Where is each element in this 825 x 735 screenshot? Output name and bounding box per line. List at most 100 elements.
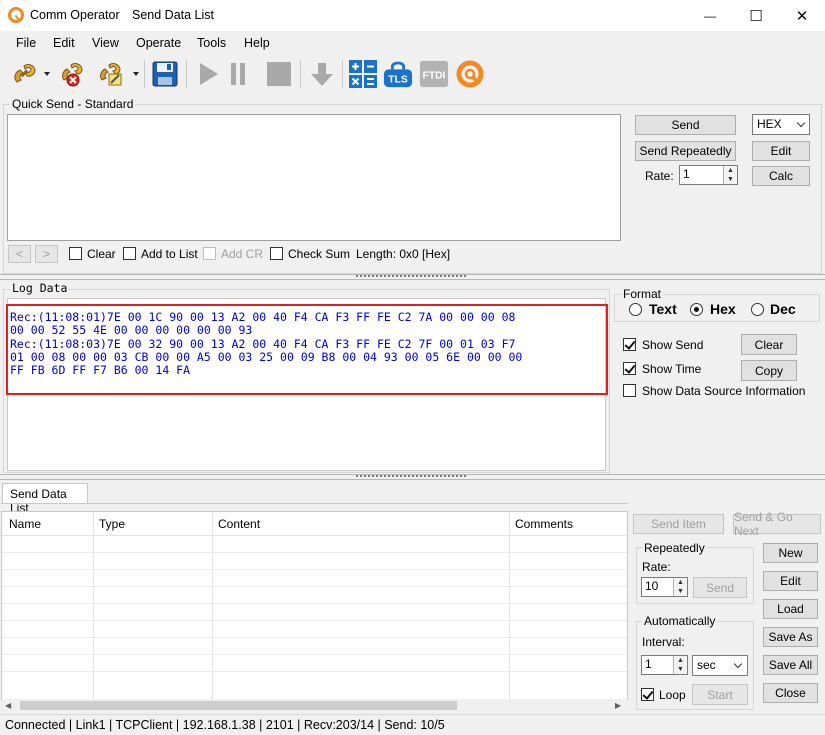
calc-button[interactable]: Calc bbox=[752, 166, 810, 186]
chevron-down-icon bbox=[733, 659, 743, 669]
rate-label: Rate: bbox=[645, 169, 674, 183]
list-send-button[interactable]: Send bbox=[693, 577, 747, 598]
log-lines: Rec:(11:08:01)7E 00 1C 90 00 13 A2 00 40… bbox=[10, 310, 523, 378]
down-arrow-icon: ▼ bbox=[727, 176, 734, 183]
comm-operator-button[interactable] bbox=[455, 59, 485, 89]
log-line: Rec:(11:08:01)7E 00 1C 90 00 13 A2 00 40… bbox=[10, 310, 516, 324]
minimize-icon: — bbox=[704, 8, 716, 23]
next-button[interactable]: > bbox=[35, 245, 58, 263]
interval-spinner[interactable]: ▲ ▼ bbox=[673, 656, 687, 674]
list-rate-input[interactable]: 10 ▲ ▼ bbox=[641, 577, 688, 597]
save-all-button[interactable]: Save All bbox=[763, 655, 818, 675]
pause-button[interactable] bbox=[223, 59, 253, 89]
show-send-checkbox[interactable] bbox=[623, 338, 636, 351]
start-button-list[interactable]: Start bbox=[692, 684, 748, 705]
show-time-checkbox[interactable] bbox=[623, 362, 636, 375]
add-to-list-checkbox[interactable] bbox=[123, 247, 136, 260]
splitter-grip-top[interactable] bbox=[356, 275, 466, 279]
calculator-button[interactable] bbox=[348, 59, 378, 89]
log-copy-button[interactable]: Copy bbox=[741, 360, 797, 381]
check-sum-checkbox[interactable] bbox=[270, 247, 283, 260]
show-data-source-label: Show Data Source Information bbox=[642, 384, 806, 398]
edit-connection-dropdown-arrow[interactable] bbox=[133, 72, 139, 76]
table-row bbox=[2, 637, 627, 638]
interval-input[interactable]: 1 ▲ ▼ bbox=[641, 655, 688, 675]
quick-send-title: Quick Send - Standard bbox=[10, 97, 136, 111]
connect-dropdown-arrow[interactable] bbox=[44, 72, 50, 76]
menu-help[interactable]: Help bbox=[244, 36, 270, 50]
chevron-down-icon bbox=[796, 118, 806, 128]
send-repeatedly-button[interactable]: Send Repeatedly bbox=[635, 141, 736, 161]
format-select-value: HEX bbox=[757, 117, 782, 131]
load-button[interactable]: Load bbox=[763, 599, 818, 619]
status-bar: Connected | Link1 | TCPClient | 192.168.… bbox=[0, 714, 825, 735]
window-subtitle: Send Data List bbox=[132, 8, 214, 22]
close-list-button[interactable]: Close bbox=[763, 683, 818, 703]
edit-connection-button[interactable] bbox=[96, 59, 126, 89]
ftdi-button[interactable]: FTDI bbox=[419, 59, 449, 89]
maximize-button[interactable]: ☐ bbox=[733, 0, 779, 31]
format-text-radio[interactable] bbox=[629, 303, 642, 316]
log-clear-button[interactable]: Clear bbox=[741, 334, 797, 355]
ftdi-label: FTDI bbox=[423, 71, 446, 82]
column-header-name[interactable]: Name bbox=[9, 517, 41, 531]
check-sum-label: Check Sum bbox=[288, 247, 351, 261]
menu-operate[interactable]: Operate bbox=[136, 36, 181, 50]
start-button[interactable] bbox=[193, 59, 223, 89]
table-row bbox=[2, 569, 627, 570]
scrollbar-thumb[interactable] bbox=[20, 701, 457, 710]
connect-button[interactable] bbox=[10, 59, 40, 89]
disconnect-button[interactable] bbox=[58, 59, 88, 89]
previous-button[interactable]: < bbox=[8, 245, 31, 263]
add-cr-checkbox[interactable] bbox=[203, 247, 216, 260]
format-hex-radio[interactable] bbox=[690, 303, 703, 316]
send-go-next-button[interactable]: Send & Go Next bbox=[733, 510, 821, 538]
save-button[interactable] bbox=[150, 59, 180, 89]
rate-spinner[interactable]: ▲ ▼ bbox=[723, 166, 737, 184]
download-button[interactable] bbox=[307, 59, 337, 89]
close-window-button[interactable]: ✕ bbox=[779, 0, 825, 31]
interval-unit-select[interactable]: sec bbox=[692, 655, 748, 676]
toolbar-separator bbox=[342, 60, 343, 88]
rate-input[interactable]: 1 ▲ ▼ bbox=[679, 165, 738, 185]
up-arrow-icon: ▲ bbox=[727, 167, 734, 174]
add-to-list-label: Add to List bbox=[141, 247, 198, 261]
quick-send-button[interactable]: Send bbox=[635, 115, 736, 135]
list-rate-spinner[interactable]: ▲ ▼ bbox=[673, 578, 687, 596]
toolbar-separator bbox=[144, 60, 145, 88]
format-dec-radio[interactable] bbox=[751, 303, 764, 316]
splitter-grip-bottom[interactable] bbox=[356, 475, 466, 479]
send-item-button[interactable]: Send Item bbox=[633, 514, 724, 534]
show-data-source-checkbox[interactable] bbox=[623, 384, 636, 397]
list-rate-label: Rate: bbox=[642, 560, 671, 574]
column-header-type[interactable]: Type bbox=[99, 517, 125, 531]
tls-button[interactable]: TLS bbox=[383, 59, 413, 89]
format-select[interactable]: HEX bbox=[752, 114, 810, 135]
clear-checkbox[interactable] bbox=[69, 247, 82, 260]
column-header-comments[interactable]: Comments bbox=[515, 517, 573, 531]
new-button[interactable]: New bbox=[763, 543, 818, 563]
up-arrow-icon: ▲ bbox=[677, 657, 684, 664]
list-edit-button[interactable]: Edit bbox=[763, 571, 818, 591]
quick-edit-button[interactable]: Edit bbox=[752, 141, 810, 161]
stop-button[interactable] bbox=[264, 59, 294, 89]
scroll-right-icon[interactable]: ▶ bbox=[615, 701, 621, 710]
tab-send-data-list[interactable]: Send Data List bbox=[2, 483, 88, 515]
save-as-button[interactable]: Save As bbox=[763, 627, 818, 647]
loop-checkbox[interactable] bbox=[641, 688, 654, 701]
minimize-button[interactable]: — bbox=[687, 0, 733, 31]
log-data-title: Log Data bbox=[10, 281, 70, 295]
log-line: FF FB 6D FF F7 B6 00 14 FA bbox=[10, 363, 191, 378]
edit-connection-icon bbox=[100, 63, 122, 86]
menu-bar bbox=[0, 31, 825, 55]
app-title: Comm Operator bbox=[30, 8, 120, 22]
loop-label: Loop bbox=[659, 688, 686, 702]
scroll-left-icon[interactable]: ◀ bbox=[5, 701, 11, 710]
menu-view[interactable]: View bbox=[92, 36, 119, 50]
log-line: 01 00 08 00 00 03 CB 00 00 A5 00 03 25 0… bbox=[10, 349, 523, 364]
menu-tools[interactable]: Tools bbox=[197, 36, 226, 50]
column-header-content[interactable]: Content bbox=[218, 517, 260, 531]
menu-edit[interactable]: Edit bbox=[53, 36, 75, 50]
menu-file[interactable]: File bbox=[16, 36, 36, 50]
quick-send-input[interactable] bbox=[7, 114, 621, 241]
